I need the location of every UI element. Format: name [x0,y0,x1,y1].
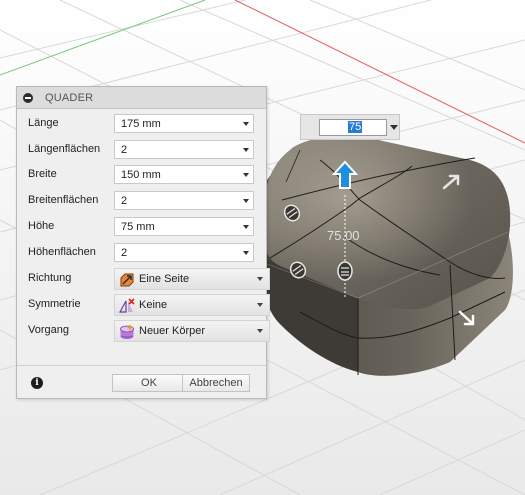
dimension-input-box: 75 [300,114,400,140]
chevron-down-icon[interactable] [243,251,249,255]
row-operation: Vorgang Neuer Körper [17,318,270,344]
height-faces-handle-icon[interactable] [337,261,353,281]
chevron-down-icon[interactable] [243,225,249,229]
direction-one-side-icon [120,273,134,287]
row-length: Länge 175 mm [17,111,266,137]
cancel-button[interactable]: Abbrechen [182,374,250,392]
chevron-down-icon[interactable] [390,123,398,131]
row-height-faces: Höhenflächen 2 [17,240,266,266]
length-input[interactable]: 175 mm [114,114,254,133]
dialog-footer: i OK Abbrechen [17,365,266,398]
dialog-title: QUADER [45,92,94,104]
symmetry-label: Symmetrie [28,298,81,310]
collapse-icon[interactable] [23,93,33,103]
chevron-down-icon[interactable] [257,329,263,333]
row-width: Breite 150 mm [17,162,266,188]
width-faces-input[interactable]: 2 [114,191,254,210]
dimension-input[interactable]: 75 [319,119,387,136]
width-label: Breite [28,168,57,180]
symmetry-value: Keine [139,299,168,311]
height-label: Höhe [28,220,55,232]
length-faces-input[interactable]: 2 [114,140,254,159]
length-value: 175 mm [121,118,161,130]
operation-select[interactable]: Neuer Körper [114,320,270,342]
direction-value: Eine Seite [139,273,190,285]
y-axis-line [0,0,206,76]
row-width-faces: Breitenflächen 2 [17,188,266,214]
chevron-down-icon[interactable] [243,148,249,152]
chevron-down-icon[interactable] [257,277,263,281]
row-height: Höhe 75 mm [17,214,266,240]
chevron-down-icon[interactable] [243,199,249,203]
chevron-down-icon[interactable] [243,122,249,126]
height-value: 75 mm [121,221,155,233]
box-dialog: QUADER Länge 175 mm Längenflächen 2 Brei… [16,86,270,399]
chevron-down-icon[interactable] [243,173,249,177]
height-faces-input[interactable]: 2 [114,243,254,262]
operation-value: Neuer Körper [139,325,206,337]
direction-select[interactable]: Eine Seite [114,268,270,290]
symmetry-select[interactable]: Keine [114,294,270,316]
ok-button[interactable]: OK [112,374,186,392]
height-faces-label: Höhenflächen [28,246,96,258]
dialog-header: QUADER [17,87,266,109]
dimension-label: 75.00 [327,228,360,243]
height-faces-value: 2 [121,247,128,259]
row-length-faces: Längenflächen 2 [17,137,266,163]
length-faces-label: Längenflächen [28,143,101,155]
symmetry-none-icon [119,298,135,313]
info-icon[interactable]: i [31,377,43,389]
length-label: Länge [28,117,59,129]
row-direction: Richtung Eine Seite [17,266,270,292]
length-faces-value: 2 [121,144,128,156]
height-input[interactable]: 75 mm [114,217,254,236]
dimension-input-value: 75 [348,121,363,133]
row-symmetry: Symmetrie Keine [17,292,270,318]
width-input[interactable]: 150 mm [114,165,254,184]
direction-label: Richtung [28,272,72,284]
width-faces-value: 2 [121,195,128,207]
new-body-icon [120,325,134,339]
width-value: 150 mm [121,169,161,181]
width-faces-label: Breitenflächen [28,194,99,206]
operation-label: Vorgang [28,324,69,336]
chevron-down-icon[interactable] [257,303,263,307]
box-body [261,135,513,376]
